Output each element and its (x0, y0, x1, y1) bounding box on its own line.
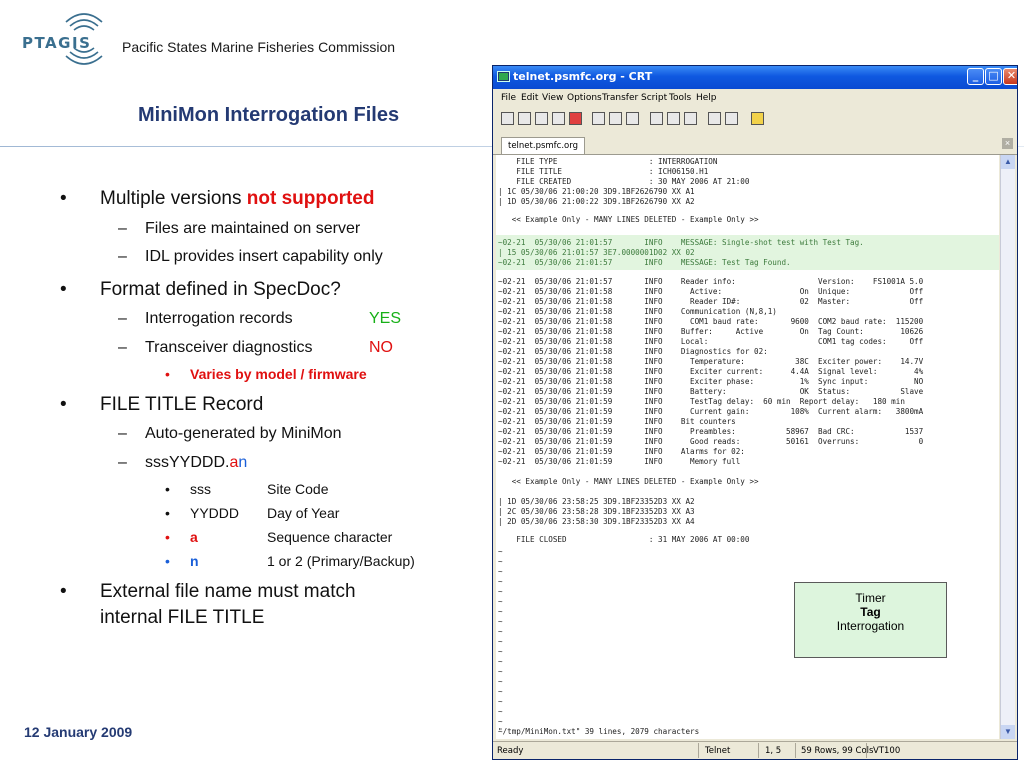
menu-bar: File Edit View Options Transfer Script Tools He… (493, 89, 1017, 107)
status-ready: Ready (497, 746, 524, 756)
bullet-dot: • (60, 394, 67, 415)
crt-app-icon (497, 71, 510, 82)
not-supported-text: not supported (246, 188, 375, 209)
bullet-dot: • (165, 529, 170, 545)
print-icon[interactable] (667, 112, 680, 125)
status-cursor: 1, 5 (765, 746, 782, 756)
status-size: 59 Rows, 99 Cols (801, 746, 874, 756)
sub-bullet-transceiver-diagnostics: Transceiver diagnostics (145, 339, 313, 356)
bullet-external-file-name-line2: internal FILE TITLE (100, 607, 265, 628)
help-icon[interactable] (751, 112, 764, 125)
bullet-dot: • (60, 188, 67, 209)
sub-bullet-file-title-format: sssYYDDD.an (145, 454, 248, 471)
status-protocol: Telnet (705, 746, 731, 756)
bullet-dot: • (165, 505, 170, 521)
sub-bullet-auto-generated: Auto-generated by MiniMon (145, 425, 342, 442)
session-tab[interactable]: telnet.psmfc.org (501, 137, 585, 154)
terminal-file-closed: FILE CLOSED : 31 MAY 2006 AT 00:00 (498, 535, 750, 544)
connect-icon[interactable] (501, 112, 514, 125)
menu-item-options[interactable]: Options (567, 93, 602, 103)
organization-name: Pacific States Marine Fisheries Commissi… (122, 39, 396, 55)
terminal-diagnostics: ~02-21 05/30/06 21:01:57 INFO Reader inf… (498, 277, 924, 466)
bullet-format-defined: Format defined in SpecDoc? (100, 279, 341, 300)
bullet-dot: • (60, 279, 67, 300)
terminal-test-tag-highlight: ~02-21 05/30/06 21:01:57 INFO MESSAGE: S… (496, 235, 999, 270)
sub-bullet-interrogation-records: Interrogation records (145, 310, 293, 327)
legend-description: Day of Year (267, 505, 340, 521)
scroll-up-icon[interactable]: ▲ (1001, 155, 1015, 169)
menu-item-view[interactable]: View (542, 93, 563, 103)
legend-key: a (190, 529, 198, 545)
bullet-dot: • (60, 581, 67, 602)
maximize-button[interactable]: □ (985, 68, 1002, 85)
varies-by-model-note: Varies by model / firmware (190, 366, 367, 382)
dash: – (118, 425, 127, 442)
sub-bullet-files-maintained: Files are maintained on server (145, 220, 361, 237)
log-icon[interactable] (684, 112, 697, 125)
sub-bullet-idl-insert: IDL provides insert capability only (145, 248, 383, 265)
callout-line1: Timer (855, 591, 886, 605)
legend-description: 1 or 2 (Primary/Backup) (267, 553, 415, 569)
window-title: telnet.psmfc.org - CRT (513, 70, 653, 83)
vertical-scrollbar[interactable]: ▲ ▼ (1000, 155, 1015, 739)
terminal-separator: << Example Only - MANY LINES DELETED - E… (498, 215, 759, 224)
yes-value: YES (369, 310, 402, 327)
ptagis-logo: PTAGIS (22, 34, 92, 52)
terminal-empty-lines: ~ ~ ~ ~ ~ ~ ~ ~ ~ ~ ~ ~ ~ ~ ~ ~ ~ ~ ~ ~ … (498, 547, 503, 739)
menu-item-file[interactable]: File (501, 93, 516, 103)
bullet-dot: • (165, 366, 170, 382)
find-icon[interactable] (626, 112, 639, 125)
dash: – (118, 339, 127, 356)
toolbar (493, 107, 1017, 131)
disconnect-icon[interactable] (569, 112, 582, 125)
bullet-external-file-name-line1: External file name must match (100, 581, 356, 602)
bullet-file-title-record: FILE TITLE Record (100, 394, 264, 415)
session-options-icon[interactable] (708, 112, 721, 125)
quick-connect-icon[interactable] (518, 112, 531, 125)
terminal-file-header: FILE TYPE : INTERROGATION FILE TITLE : I… (498, 157, 750, 206)
window-titlebar[interactable]: telnet.psmfc.org - CRT _ □ ✕ (493, 66, 1017, 89)
timer-tag-callout: Timer Tag Interrogation (794, 582, 947, 658)
dash: – (118, 454, 127, 471)
terminal-file-info: "/tmp/MiniMon.txt" 39 lines, 2079 charac… (498, 727, 700, 736)
bullet-dot: • (165, 481, 170, 497)
legend-key: sss (190, 481, 211, 497)
dash: – (118, 310, 127, 327)
callout-line3: Interrogation (836, 619, 905, 633)
close-button[interactable]: ✕ (1003, 68, 1017, 85)
dash: – (118, 220, 127, 237)
close-tab-icon[interactable]: × (1002, 138, 1013, 149)
session-tab-strip: telnet.psmfc.org × (493, 136, 1017, 155)
paste-icon[interactable] (609, 112, 622, 125)
status-terminal: VT100 (873, 746, 901, 756)
legend-description: Sequence character (267, 529, 393, 545)
minimize-button[interactable]: _ (967, 68, 984, 85)
legend-description: Site Code (267, 481, 329, 497)
legend-key: n (190, 553, 199, 569)
menu-item-help[interactable]: Help (696, 93, 717, 103)
bullet-dot: • (165, 553, 170, 569)
no-value: NO (369, 339, 393, 356)
terminal-separator: << Example Only - MANY LINES DELETED - E… (498, 477, 759, 486)
legend-key: YYDDD (190, 505, 240, 521)
keymap-icon[interactable] (725, 112, 738, 125)
dash: – (118, 248, 127, 265)
scroll-down-icon[interactable]: ▼ (1001, 725, 1015, 739)
reconnect-icon[interactable] (552, 112, 565, 125)
menu-item-transfer[interactable]: Transfer (602, 93, 638, 103)
status-bar: Ready Telnet 1, 5 59 Rows, 99 Cols VT100 (493, 741, 1017, 759)
footer-date: 12 January 2009 (24, 724, 133, 740)
callout-line2: Tag (860, 605, 881, 619)
menu-item-tools[interactable]: Tools (669, 93, 691, 103)
slide-title: MiniMon Interrogation Files (138, 104, 400, 126)
connect-tab-icon[interactable] (535, 112, 548, 125)
terminal-detections: | 1D 05/30/06 23:58:25 3D9.1BF23352D3 XX… (498, 497, 695, 526)
print-setup-icon[interactable] (650, 112, 663, 125)
copy-icon[interactable] (592, 112, 605, 125)
menu-item-edit[interactable]: Edit (521, 93, 538, 103)
menu-item-script[interactable]: Script (641, 93, 667, 103)
bullet-multiple-versions: Multiple versions not supported (100, 188, 375, 209)
